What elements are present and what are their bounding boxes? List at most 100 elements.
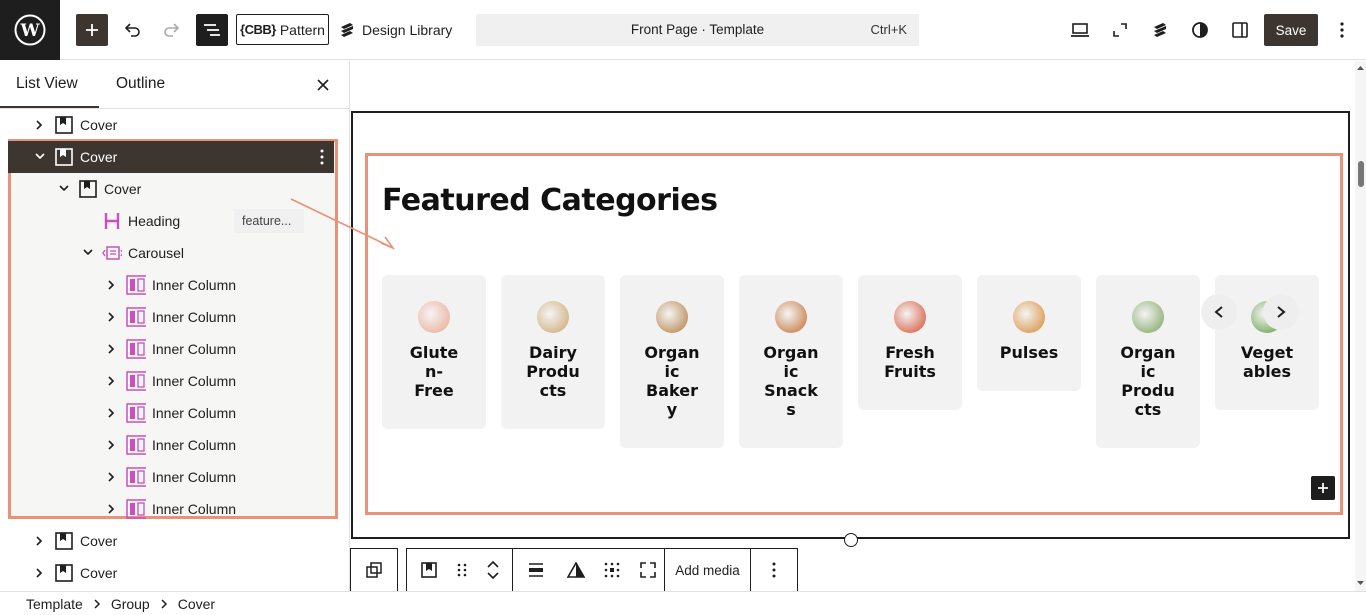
chevron-down-icon[interactable]	[32, 149, 48, 165]
list-view-item[interactable]: Cover	[8, 141, 334, 173]
list-view-item[interactable]: Inner Column	[0, 397, 349, 429]
resize-handle[interactable]	[844, 533, 858, 547]
redo-button[interactable]	[156, 14, 188, 46]
list-view-item-label: Cover	[104, 181, 142, 197]
settings-sidebar-button[interactable]	[1224, 14, 1256, 46]
category-card[interactable]: Veget ables	[1215, 275, 1319, 410]
chevron-right-icon[interactable]	[32, 533, 48, 549]
block-breadcrumb: Template Group Cover	[0, 591, 1366, 615]
chevron-left-icon	[1214, 306, 1223, 318]
chevron-right-icon[interactable]	[104, 501, 120, 517]
scroll-thumb[interactable]	[1358, 161, 1364, 187]
list-view-item-label: Cover	[80, 117, 118, 133]
more-vertical-icon[interactable]	[318, 149, 326, 165]
category-image	[775, 301, 807, 333]
chevron-right-icon[interactable]	[104, 405, 120, 421]
chevron-down-icon[interactable]	[56, 181, 72, 197]
canvas-scrollbar[interactable]	[1355, 61, 1366, 591]
list-view-item[interactable]: Inner Column	[0, 365, 349, 397]
chevron-right-icon[interactable]	[104, 341, 120, 357]
chevron-right-icon[interactable]	[32, 117, 48, 133]
list-view-item[interactable]: Inner Column	[0, 461, 349, 493]
carousel-prev-button[interactable]	[1201, 294, 1237, 330]
design-library-label: Design Library	[362, 22, 453, 38]
chevron-down-icon[interactable]	[80, 245, 96, 261]
chevron-right-icon[interactable]	[32, 565, 48, 581]
fullscreen-button[interactable]	[1104, 14, 1136, 46]
featured-categories-heading[interactable]: Featured Categories	[382, 183, 718, 218]
list-view-item-label: Inner Column	[152, 437, 237, 453]
breadcrumb-cover[interactable]: Cover	[178, 596, 215, 612]
chevron-right-icon[interactable]	[104, 309, 120, 325]
category-card[interactable]: Organ ic Baker y	[620, 275, 724, 448]
cover-block-type-button[interactable]	[407, 549, 451, 591]
carousel-next-button[interactable]	[1263, 294, 1299, 330]
document-title: Front Page · Template	[630, 22, 765, 37]
content-position-button[interactable]	[593, 549, 631, 591]
list-view-item[interactable]: Cover	[0, 525, 349, 557]
chevron-right-icon[interactable]	[104, 469, 120, 485]
chevron-right-icon[interactable]	[104, 373, 120, 389]
block-options-button[interactable]	[751, 549, 797, 591]
add-inner-block-button[interactable]	[1311, 476, 1335, 500]
list-view-item-label: Cover	[80, 533, 118, 549]
svg-text:W: W	[19, 21, 40, 41]
breadcrumb-group[interactable]: Group	[111, 596, 150, 612]
category-image	[894, 301, 926, 333]
list-view-toggle-button[interactable]	[196, 14, 228, 46]
category-name: Dairy Produ cts	[526, 343, 580, 400]
move-up-down-button[interactable]	[473, 549, 513, 591]
duotone-button[interactable]	[559, 549, 593, 591]
cover-block-icon	[54, 531, 74, 551]
tab-outline[interactable]: Outline	[116, 75, 165, 93]
add-media-button[interactable]: Add media	[665, 549, 751, 591]
list-view-item[interactable]: Cover	[0, 557, 349, 589]
options-menu-button[interactable]	[1328, 14, 1356, 46]
stackable-settings-button[interactable]	[1144, 14, 1176, 46]
save-button[interactable]: Save	[1264, 14, 1318, 46]
cbb-pattern-button[interactable]: {CBB} Pattern	[236, 14, 329, 45]
cover-block-icon	[54, 563, 74, 583]
wordpress-icon: W	[14, 14, 46, 46]
list-view-item[interactable]: Inner Column	[0, 429, 349, 461]
wordpress-logo-button[interactable]: W	[0, 0, 60, 60]
chevron-up-icon	[486, 560, 499, 568]
chevron-right-icon[interactable]	[104, 437, 120, 453]
list-view-item[interactable]: Inner Column	[0, 301, 349, 333]
laptop-icon	[1071, 23, 1089, 37]
align-button[interactable]	[513, 549, 559, 591]
breadcrumb-template[interactable]: Template	[26, 596, 83, 612]
list-view-item-label: Inner Column	[152, 309, 237, 325]
list-view-item[interactable]: Inner Column	[0, 269, 349, 301]
redo-icon	[164, 23, 180, 37]
category-card[interactable]: Glute n- Free	[382, 275, 486, 429]
list-view-item[interactable]: Inner Column	[0, 333, 349, 365]
list-view-item[interactable]: Inner Column	[0, 493, 349, 525]
category-card[interactable]: Pulses	[977, 275, 1081, 391]
styles-button[interactable]	[1184, 14, 1216, 46]
category-card[interactable]: Fresh Fruits	[858, 275, 962, 410]
drag-handle[interactable]	[451, 549, 473, 591]
full-height-button[interactable]	[631, 549, 665, 591]
undo-button[interactable]	[116, 14, 148, 46]
category-card[interactable]: Organ ic Produ cts	[1096, 275, 1200, 448]
design-library-button[interactable]: Design Library	[338, 14, 452, 46]
select-parent-button[interactable]	[351, 549, 397, 591]
category-name: Organ ic Snack s	[763, 343, 819, 419]
device-preview-button[interactable]	[1064, 14, 1096, 46]
chevron-right-icon	[1277, 306, 1286, 318]
list-view-item[interactable]: Cover	[0, 109, 349, 141]
command-palette-bar[interactable]: Front Page · Template Ctrl+K	[476, 14, 919, 46]
list-view-item-label: Cover	[80, 565, 118, 581]
duotone-icon	[567, 562, 585, 578]
expand-icon	[1113, 23, 1127, 37]
close-sidebar-button[interactable]	[313, 75, 333, 95]
fullscreen-icon	[639, 562, 656, 578]
add-block-button[interactable]	[76, 14, 108, 46]
chevron-right-icon[interactable]	[104, 277, 120, 293]
cover-block-icon	[54, 115, 74, 135]
category-card[interactable]: Dairy Produ cts	[501, 275, 605, 429]
inner-column-block-icon	[126, 467, 146, 487]
tab-list-view[interactable]: List View	[16, 75, 78, 93]
category-card[interactable]: Organ ic Snack s	[739, 275, 843, 448]
